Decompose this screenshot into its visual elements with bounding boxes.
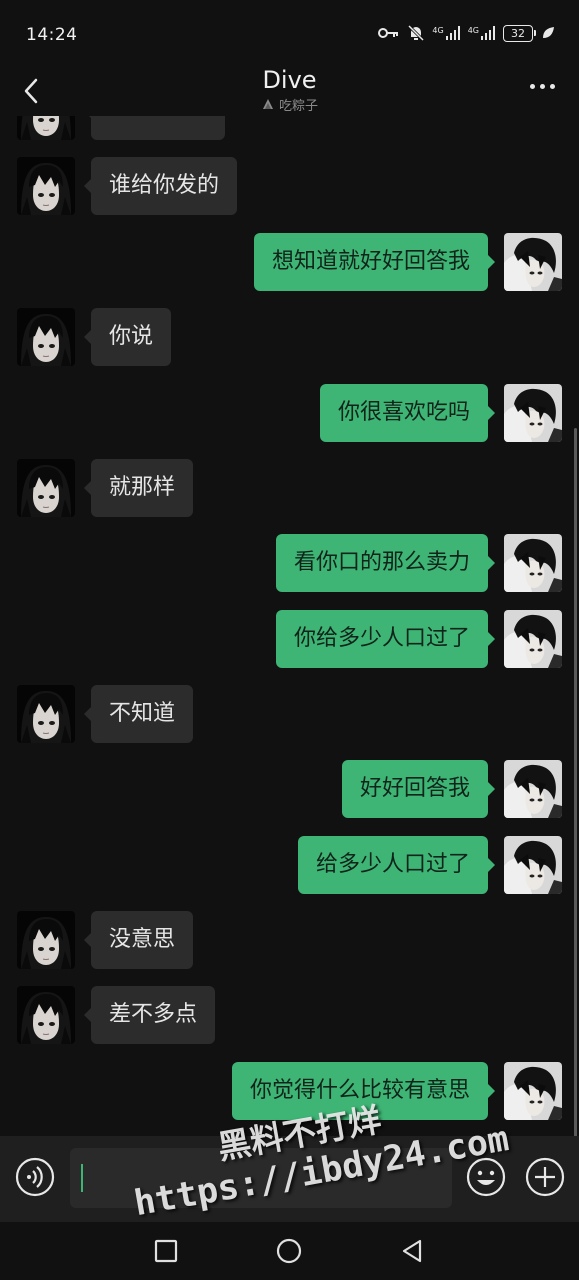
chat-subtitle-text: 吃粽子 <box>278 99 318 114</box>
message-bubble[interactable]: 不知道 <box>83 685 194 743</box>
status-tree-icon <box>262 98 273 109</box>
header-title-area: Dive 吃粽子 <box>0 66 579 116</box>
triangle-back-icon[interactable] <box>398 1237 426 1265</box>
more-dots-icon[interactable] <box>530 84 555 89</box>
my-avatar[interactable] <box>504 534 562 592</box>
text-cursor <box>81 1164 83 1192</box>
contact-avatar[interactable] <box>17 459 75 517</box>
scrollbar[interactable] <box>574 428 577 1138</box>
message-row <box>0 116 579 140</box>
contact-avatar[interactable] <box>17 986 75 1044</box>
message-bubble[interactable]: 给多少人口过了 <box>297 836 496 894</box>
my-avatar[interactable] <box>504 836 562 894</box>
signal-2: 4G <box>468 26 495 40</box>
contact-avatar[interactable] <box>17 308 75 366</box>
system-nav-bar <box>0 1222 579 1280</box>
message-row: 没意思 <box>0 911 579 969</box>
dot <box>530 84 535 89</box>
status-time: 14:24 <box>26 25 78 45</box>
message-row: 就那样 <box>0 459 579 517</box>
emoji-icon[interactable] <box>466 1157 506 1197</box>
dot <box>550 84 555 89</box>
mute-bell-icon <box>408 24 425 42</box>
my-avatar[interactable] <box>504 384 562 442</box>
chevron-left-icon[interactable] <box>20 74 44 108</box>
network-type-label: 4G <box>467 26 479 35</box>
message-row: 谁给你发的 <box>0 157 579 215</box>
battery-indicator: 32 <box>503 24 536 42</box>
message-row: 你觉得什么比较有意思 <box>0 1062 579 1120</box>
status-bar: 14:24 4G 4G 32 <box>0 0 579 66</box>
message-row: 你很喜欢吃吗 <box>0 384 579 442</box>
message-bubble[interactable]: 你说 <box>83 308 172 366</box>
message-bubble[interactable]: 差不多点 <box>83 986 216 1044</box>
signal-1: 4G <box>432 26 460 40</box>
message-row: 看你口的那么卖力 <box>0 534 579 592</box>
signal-bars-icon <box>481 26 495 40</box>
my-avatar[interactable] <box>504 233 562 291</box>
message-bubble[interactable]: 你给多少人口过了 <box>275 610 496 668</box>
chat-subtitle: 吃粽子 <box>261 95 318 114</box>
plus-icon[interactable] <box>525 1157 565 1197</box>
message-row: 好好回答我 <box>0 760 579 818</box>
message-row: 想知道就好好回答我 <box>0 233 579 291</box>
chat-title: Dive <box>262 66 317 94</box>
message-row: 你说 <box>0 308 579 366</box>
dot <box>540 84 545 89</box>
message-bubble[interactable]: 你很喜欢吃吗 <box>319 384 496 442</box>
square-icon[interactable] <box>152 1237 180 1265</box>
message-input[interactable] <box>70 1148 452 1208</box>
chat-header: Dive 吃粽子 <box>0 66 579 116</box>
my-avatar[interactable] <box>504 610 562 668</box>
message-row: 你给多少人口过了 <box>0 610 579 668</box>
message-bubble[interactable]: 就那样 <box>83 459 194 517</box>
message-bubble[interactable]: 看你口的那么卖力 <box>275 534 496 592</box>
message-row: 给多少人口过了 <box>0 836 579 894</box>
key-icon <box>378 28 399 38</box>
contact-avatar[interactable] <box>17 911 75 969</box>
input-bar <box>0 1136 579 1222</box>
signal-bars-icon <box>445 26 460 40</box>
chat-messages[interactable]: 谁给你发的 想知道就好好回答我 你说 你很喜欢吃吗 就那样 看你口的那么卖力 你… <box>0 116 579 1136</box>
message-bubble[interactable]: 你觉得什么比较有意思 <box>231 1062 496 1120</box>
message-row: 不知道 <box>0 685 579 743</box>
my-avatar[interactable] <box>504 760 562 818</box>
contact-avatar[interactable] <box>17 116 75 140</box>
status-icons: 4G 4G 32 <box>378 24 555 42</box>
message-bubble[interactable]: 想知道就好好回答我 <box>253 233 496 291</box>
message-bubble[interactable]: 谁给你发的 <box>83 157 238 215</box>
contact-avatar[interactable] <box>17 157 75 215</box>
voice-icon[interactable] <box>15 1157 55 1197</box>
message-bubble[interactable]: 没意思 <box>83 911 194 969</box>
leaf-icon <box>543 27 554 38</box>
contact-avatar[interactable] <box>17 685 75 743</box>
message-row: 差不多点 <box>0 986 579 1044</box>
message-bubble[interactable]: 好好回答我 <box>341 760 496 818</box>
circle-icon[interactable] <box>275 1237 303 1265</box>
message-bubble-partial[interactable] <box>84 116 225 140</box>
network-type-label: 4G <box>432 26 444 35</box>
my-avatar[interactable] <box>504 1062 562 1120</box>
